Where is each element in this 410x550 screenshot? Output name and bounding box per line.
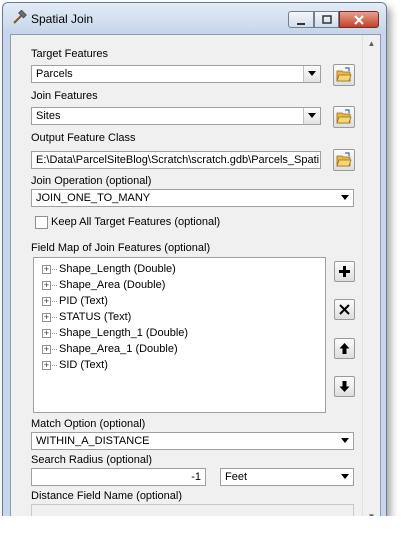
x-icon (339, 304, 350, 315)
expand-icon[interactable]: + (42, 345, 51, 354)
field-map-label: Field Map of Join Features (optional) (31, 242, 211, 254)
expand-icon[interactable]: + (42, 329, 51, 338)
search-radius-value: -1 (191, 471, 201, 483)
target-features-dropdown[interactable]: Parcels (31, 65, 321, 83)
window-title: Spatial Join (31, 12, 94, 26)
chevron-down-icon[interactable] (337, 190, 353, 206)
arrow-up-icon (339, 343, 350, 354)
target-features-value: Parcels (36, 68, 73, 80)
move-down-button[interactable] (334, 376, 355, 397)
torn-edge (0, 516, 410, 550)
search-radius-unit-value: Feet (225, 471, 248, 483)
expand-icon[interactable]: + (42, 265, 51, 274)
expand-icon[interactable]: + (42, 281, 51, 290)
chevron-down-icon[interactable] (337, 469, 353, 485)
close-icon (340, 12, 378, 29)
search-radius-unit-dropdown[interactable]: Feet (220, 468, 354, 486)
chevron-down-icon[interactable] (303, 66, 320, 82)
scroll-up-icon[interactable]: ▲ (363, 35, 380, 52)
expand-icon[interactable]: + (42, 361, 51, 370)
folder-open-icon (336, 109, 352, 124)
match-option-label: Match Option (optional) (31, 418, 146, 430)
join-features-label: Join Features (31, 90, 98, 102)
add-field-button[interactable] (334, 261, 355, 282)
folder-open-icon (336, 67, 352, 82)
vertical-scrollbar[interactable]: ▲ ▼ (362, 35, 380, 523)
join-features-dropdown[interactable]: Sites (31, 107, 321, 125)
title-bar: Spatial Join (3, 3, 386, 33)
output-feature-class-input[interactable]: E:\Data\ParcelSiteBlog\Scratch\scratch.g… (31, 151, 321, 169)
folder-open-icon (336, 152, 352, 167)
search-radius-input[interactable]: -1 (31, 468, 206, 486)
expand-icon[interactable]: + (42, 313, 51, 322)
output-feature-class-label: Output Feature Class (31, 132, 136, 144)
chevron-down-icon[interactable] (303, 108, 320, 124)
output-browse-button[interactable] (333, 149, 355, 171)
spatial-join-dialog: Spatial Join ▲ ▼ Target Features Parcels (2, 2, 387, 524)
distance-field-label: Distance Field Name (optional) (31, 490, 183, 502)
output-feature-class-value: E:\Data\ParcelSiteBlog\Scratch\scratch.g… (36, 154, 320, 166)
close-button[interactable] (339, 11, 379, 28)
dialog-body: ▲ ▼ Target Features Parcels Join Feature… (10, 34, 381, 523)
join-operation-value: JOIN_ONE_TO_MANY (36, 192, 151, 204)
join-features-value: Sites (36, 110, 61, 122)
move-up-button[interactable] (334, 338, 355, 359)
match-option-value: WITHIN_A_DISTANCE (36, 435, 150, 447)
maximize-button[interactable] (314, 11, 339, 28)
hammer-icon (11, 9, 27, 26)
delete-field-button[interactable] (334, 299, 355, 320)
search-radius-label: Search Radius (optional) (31, 454, 153, 466)
match-option-dropdown[interactable]: WITHIN_A_DISTANCE (31, 432, 354, 450)
join-features-browse-button[interactable] (333, 106, 355, 128)
maximize-icon (315, 12, 338, 28)
field-map-list[interactable]: + Shape_Length (Double) + Shape_Area (Doub… (33, 257, 326, 413)
keep-all-label: Keep All Target Features (optional) (51, 216, 221, 228)
expand-icon[interactable]: + (42, 297, 51, 306)
plus-icon (339, 266, 350, 277)
target-features-label: Target Features (31, 48, 109, 60)
chevron-down-icon[interactable] (337, 433, 353, 449)
minimize-button[interactable] (288, 11, 314, 28)
minimize-icon (289, 12, 313, 30)
keep-all-checkbox[interactable] (35, 216, 48, 229)
target-features-browse-button[interactable] (333, 64, 355, 86)
join-operation-dropdown[interactable]: JOIN_ONE_TO_MANY (31, 189, 354, 207)
join-operation-label: Join Operation (optional) (31, 175, 152, 187)
arrow-down-icon (339, 381, 350, 392)
